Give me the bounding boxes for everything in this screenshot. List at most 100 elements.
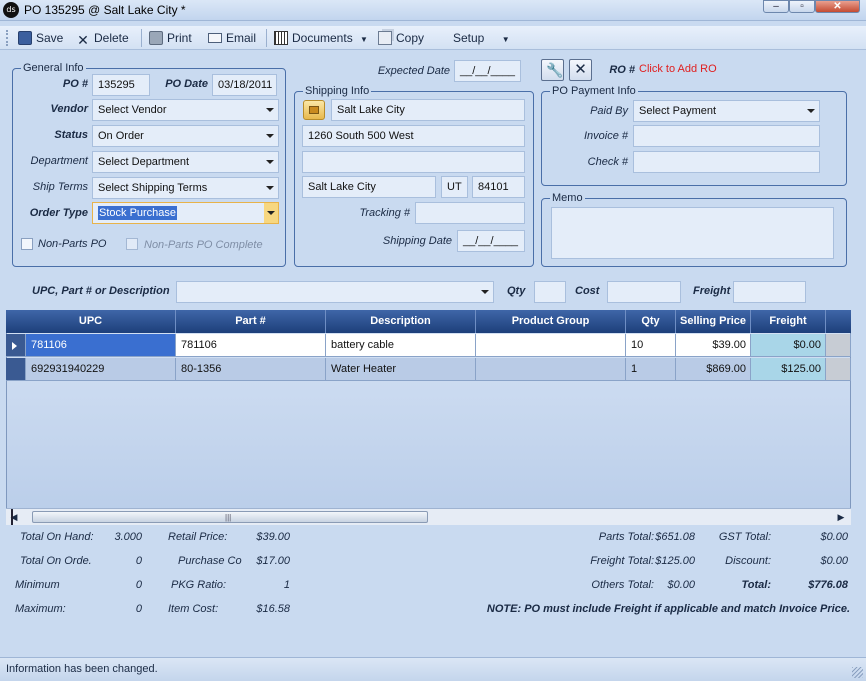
column-header-freight[interactable]: Freight bbox=[751, 310, 826, 333]
gst-total-label: GST Total: bbox=[718, 531, 771, 543]
ship-address2-field[interactable] bbox=[302, 151, 525, 173]
non-parts-po-complete-checkbox[interactable] bbox=[126, 238, 138, 250]
minimize-button[interactable]: – bbox=[763, 0, 789, 13]
discount-label: Discount: bbox=[725, 555, 771, 567]
chevron-down-icon bbox=[481, 290, 489, 294]
retail-price-label: Retail Price: bbox=[168, 531, 228, 543]
column-header-qty[interactable]: Qty bbox=[626, 310, 676, 333]
cell-description[interactable]: battery cable bbox=[326, 334, 476, 357]
documents-dropdown[interactable]: Documents ▼ bbox=[274, 30, 368, 46]
ship-state-field[interactable]: UT bbox=[441, 176, 468, 198]
freight-total-label: Freight Total: bbox=[590, 555, 654, 567]
close-icon: ✕ bbox=[574, 61, 587, 78]
setup-dropdown[interactable]: Setup ▼ bbox=[453, 30, 510, 46]
cell-product-group[interactable] bbox=[476, 358, 626, 381]
cell-freight[interactable]: $0.00 bbox=[751, 334, 826, 357]
po-number-field[interactable]: 135295 bbox=[92, 74, 150, 96]
scroll-left-icon[interactable]: ◀ bbox=[8, 511, 20, 523]
tools-button[interactable]: 🔧 bbox=[541, 59, 564, 81]
department-label: Department bbox=[30, 155, 88, 167]
cell-description[interactable]: Water Heater bbox=[326, 358, 476, 381]
cell-extra bbox=[826, 358, 851, 381]
column-header-upc[interactable]: UPC bbox=[6, 310, 176, 333]
ship-city-field[interactable]: Salt Lake City bbox=[302, 176, 436, 198]
freight-field[interactable] bbox=[733, 281, 806, 303]
memo-legend: Memo bbox=[550, 192, 585, 204]
cell-selling-price[interactable]: $39.00 bbox=[676, 334, 751, 357]
delete-button[interactable]: ✕ Delete bbox=[76, 30, 129, 47]
save-button[interactable]: Save bbox=[18, 30, 63, 46]
row-selector[interactable] bbox=[6, 334, 26, 357]
column-header-product-group[interactable]: Product Group bbox=[476, 310, 626, 333]
save-icon bbox=[18, 31, 32, 45]
maximize-button[interactable]: ▫ bbox=[789, 0, 815, 13]
chevron-down-icon bbox=[807, 109, 815, 113]
memo-field[interactable] bbox=[551, 207, 834, 259]
cell-qty[interactable]: 1 bbox=[626, 358, 676, 381]
vendor-label: Vendor bbox=[50, 103, 89, 115]
scrollbar-thumb[interactable]: ||| bbox=[32, 511, 428, 523]
non-parts-po-checkbox[interactable] bbox=[21, 238, 33, 250]
email-button[interactable]: Email bbox=[208, 30, 256, 46]
close-window-button[interactable]: ✕ bbox=[815, 0, 860, 13]
table-row[interactable]: 781106 781106 battery cable 10 $39.00 $0… bbox=[6, 334, 851, 357]
tracking-field[interactable] bbox=[415, 202, 525, 224]
vendor-select[interactable]: Select Vendor bbox=[92, 99, 279, 121]
payment-info-legend: PO Payment Info bbox=[550, 85, 638, 97]
department-select[interactable]: Select Department bbox=[92, 151, 279, 173]
search-input[interactable] bbox=[176, 281, 494, 303]
app-icon: ds bbox=[3, 2, 19, 18]
expected-date-label: Expected Date bbox=[377, 65, 450, 77]
row-pointer-icon bbox=[12, 342, 17, 350]
printer-icon bbox=[149, 31, 163, 45]
table-row[interactable]: 692931940229 80-1356 Water Heater 1 $869… bbox=[6, 358, 851, 381]
print-button[interactable]: Print bbox=[149, 30, 192, 46]
horizontal-scrollbar[interactable]: ◀ ||| ▶ bbox=[6, 508, 851, 525]
add-ro-link[interactable]: Click to Add RO bbox=[639, 63, 717, 75]
cell-qty[interactable]: 10 bbox=[626, 334, 676, 357]
scroll-right-icon[interactable]: ▶ bbox=[835, 511, 847, 523]
invoice-note: NOTE: PO must include Freight if applica… bbox=[486, 603, 850, 615]
column-header-part[interactable]: Part # bbox=[176, 310, 326, 333]
cell-part[interactable]: 80-1356 bbox=[176, 358, 326, 381]
po-date-field[interactable]: 03/18/2011 bbox=[212, 74, 277, 96]
cell-upc[interactable]: 781106 bbox=[26, 334, 176, 357]
window-title: PO 135295 @ Salt Lake City * bbox=[24, 3, 186, 17]
ship-zip-field[interactable]: 84101 bbox=[472, 176, 525, 198]
column-header-description[interactable]: Description bbox=[326, 310, 476, 333]
parts-total-value: $651.08 bbox=[655, 531, 695, 543]
row-selector[interactable] bbox=[6, 358, 26, 381]
expected-date-field[interactable]: __/__/____ bbox=[454, 60, 521, 82]
ship-address1-field[interactable]: 1260 South 500 West bbox=[302, 125, 525, 147]
resize-grip-icon[interactable] bbox=[852, 667, 863, 678]
toolbar-grip bbox=[6, 30, 8, 46]
cell-selling-price[interactable]: $869.00 bbox=[676, 358, 751, 381]
non-parts-po-complete-label: Non-Parts PO Complete bbox=[144, 239, 263, 251]
total-on-hand-label: Total On Hand: bbox=[20, 531, 94, 543]
parts-total-label: Parts Total: bbox=[598, 531, 654, 543]
cell-freight[interactable]: $125.00 bbox=[751, 358, 826, 381]
invoice-field[interactable] bbox=[633, 125, 820, 147]
cell-part[interactable]: 781106 bbox=[176, 334, 326, 357]
column-header-selling-price[interactable]: Selling Price bbox=[676, 310, 751, 333]
paid-by-select[interactable]: Select Payment bbox=[633, 100, 820, 122]
search-label: UPC, Part # or Description bbox=[32, 285, 170, 297]
order-type-select[interactable]: Stock Purchase bbox=[92, 202, 279, 224]
documents-icon bbox=[274, 31, 288, 45]
ship-name-field[interactable]: Salt Lake City bbox=[331, 99, 525, 121]
cell-product-group[interactable] bbox=[476, 334, 626, 357]
ship-terms-select[interactable]: Select Shipping Terms bbox=[92, 177, 279, 199]
address-book-button[interactable] bbox=[303, 100, 325, 120]
toolbar-separator bbox=[266, 29, 267, 47]
status-select[interactable]: On Order bbox=[92, 125, 279, 147]
check-field[interactable] bbox=[633, 151, 820, 173]
cost-field[interactable] bbox=[607, 281, 681, 303]
clear-ro-button[interactable]: ✕ bbox=[569, 59, 592, 81]
discount-value: $0.00 bbox=[820, 555, 848, 567]
copy-button[interactable]: Copy bbox=[378, 30, 424, 46]
copy-icon bbox=[378, 31, 392, 45]
order-type-label: Order Type bbox=[29, 207, 88, 219]
qty-field[interactable] bbox=[534, 281, 566, 303]
cell-upc[interactable]: 692931940229 bbox=[26, 358, 176, 381]
shipping-date-field[interactable]: __/__/____ bbox=[457, 230, 525, 252]
